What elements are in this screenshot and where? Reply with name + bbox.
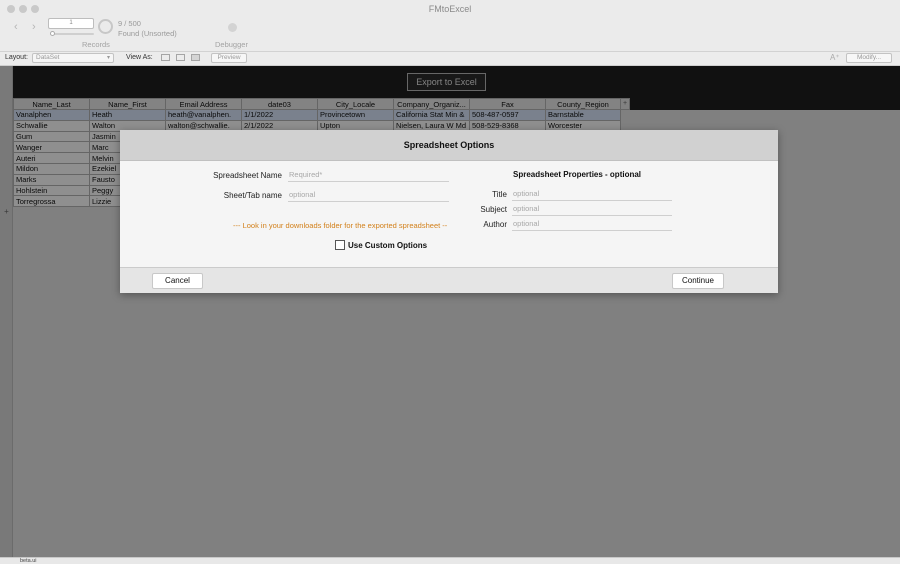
subject-label: Subject [480, 205, 507, 214]
debugger-icon[interactable] [228, 23, 237, 32]
layout-label: Layout: [5, 54, 28, 61]
spreadsheet-name-input[interactable]: Required* [288, 169, 449, 182]
window-title: FMtoExcel [428, 4, 472, 14]
records-label: Records [82, 40, 110, 49]
records-pie-icon [98, 19, 113, 34]
layout-bar: Layout: DataSet ▾ View As: Preview A⁺ Mo… [0, 52, 900, 66]
author-input[interactable]: optional [512, 218, 672, 231]
spreadsheet-options-dialog: Spreadsheet Options Spreadsheet Name Req… [120, 130, 778, 293]
subject-input[interactable]: optional [512, 203, 672, 216]
view-as-label: View As: [126, 54, 153, 61]
record-count: 9 / 500 Found (Unsorted) [118, 19, 177, 38]
status-bar: beta.ui [0, 557, 900, 564]
layout-select-value: DataSet [36, 54, 60, 61]
sheet-tab-name-label: Sheet/Tab name [223, 191, 282, 200]
sheet-tab-name-input[interactable]: optional [288, 189, 449, 202]
spreadsheet-name-label: Spreadsheet Name [213, 171, 282, 180]
window-titlebar: FMtoExcel ‹ › 1 9 / 500 Found (Unsorted)… [0, 0, 900, 52]
record-slider[interactable] [50, 31, 94, 36]
title-label: Title [492, 190, 507, 199]
cancel-button[interactable]: Cancel [152, 273, 203, 289]
table-view-icon[interactable] [191, 54, 200, 61]
download-hint: --- Look in your downloads folder for th… [233, 221, 448, 230]
record-found-state: Found (Unsorted) [118, 28, 177, 38]
current-record-field[interactable]: 1 [48, 18, 94, 29]
preview-button[interactable]: Preview [211, 53, 247, 63]
modify-button[interactable]: Modify... [846, 53, 892, 63]
layout-select[interactable]: DataSet ▾ [32, 53, 114, 63]
dialog-footer: Cancel Continue [120, 267, 778, 293]
use-custom-options-label[interactable]: Use Custom Options [348, 241, 427, 250]
title-input[interactable]: optional [512, 188, 672, 201]
next-record-icon[interactable]: › [32, 21, 36, 33]
list-view-icon[interactable] [176, 54, 185, 61]
text-format-icon[interactable]: A⁺ [830, 53, 840, 62]
previous-record-icon[interactable]: ‹ [14, 21, 18, 33]
chevron-down-icon: ▾ [106, 55, 110, 61]
record-count-value: 9 / 500 [118, 19, 141, 28]
dialog-title: Spreadsheet Options [120, 130, 778, 161]
debugger-label: Debugger [215, 40, 248, 49]
record-slider-knob[interactable] [50, 31, 55, 36]
properties-heading: Spreadsheet Properties - optional [513, 170, 642, 179]
form-view-icon[interactable] [161, 54, 170, 61]
use-custom-options-checkbox[interactable] [335, 240, 345, 250]
continue-button[interactable]: Continue [672, 273, 724, 289]
author-label: Author [483, 220, 507, 229]
